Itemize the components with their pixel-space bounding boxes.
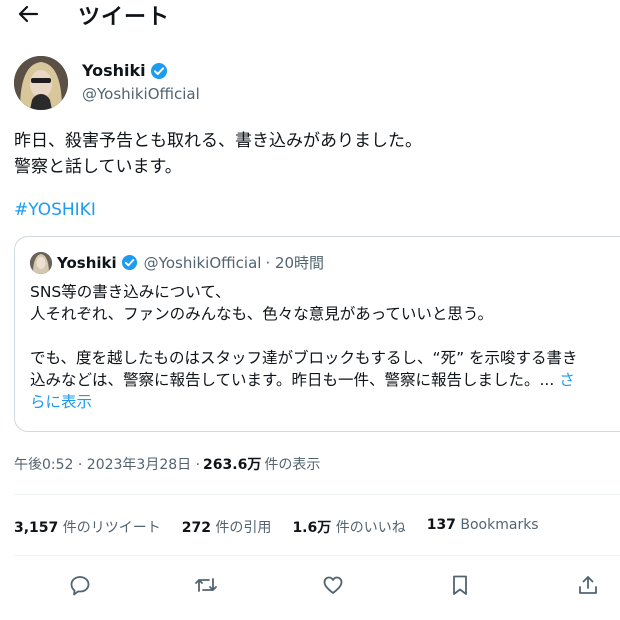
tweet-line: 昨日、殺害予告とも取れる、書き込みがありました。	[14, 131, 422, 151]
quoted-header: Yoshiki @YoshikiOfficial · 20時間	[57, 252, 324, 273]
quoted-tweet[interactable]: Yoshiki @YoshikiOfficial · 20時間 SNS等の書き込…	[14, 236, 620, 432]
like-icon	[323, 576, 343, 594]
back-arrow-icon	[18, 5, 39, 23]
bookmark-icon	[453, 575, 467, 595]
show-more-link[interactable]: さ	[559, 371, 575, 389]
tweet-line: 警察と話しています。	[14, 157, 182, 177]
quoted-avatar	[30, 252, 52, 274]
retweet-button[interactable]	[192, 571, 220, 599]
share-button[interactable]	[574, 571, 602, 599]
divider	[14, 555, 620, 556]
verified-badge-icon	[150, 62, 167, 79]
hashtag-link[interactable]: #YOSHIKI	[14, 200, 96, 220]
engagement-stats: 3,157 件のリツイート 272 件の引用 1.6万 件のいいね 137 Bo…	[14, 517, 560, 537]
divider	[14, 494, 620, 495]
retweet-icon	[195, 578, 217, 592]
author-name-row[interactable]: Yoshiki	[82, 61, 168, 80]
page-title: ツイート	[78, 5, 171, 30]
view-count: 263.6万	[203, 457, 262, 473]
quoted-line: 人それぞれ、ファンのみんなも、色々な意見があっていいと思う。	[30, 305, 493, 323]
tweet-timestamp[interactable]: 午後0:52 · 2023年3月28日 ·	[14, 454, 200, 474]
view-label: 件の表示	[264, 457, 321, 473]
bookmark-stat[interactable]: 137 Bookmarks	[427, 517, 539, 537]
quote-stat[interactable]: 272 件の引用	[182, 517, 272, 537]
back-button[interactable]	[14, 2, 42, 26]
tweet-meta: 午後0:52 · 2023年3月28日 · 263.6万 件の表示	[14, 454, 320, 474]
quoted-line	[30, 325, 620, 347]
like-button[interactable]	[319, 571, 347, 599]
quoted-line: でも、度を越したものはスタッフ達がブロックもするし、“死” を示唆する書き	[30, 349, 578, 367]
share-icon	[579, 576, 597, 594]
avatar[interactable]	[14, 56, 68, 110]
quoted-author-handle: @YoshikiOfficial	[143, 253, 262, 272]
tweet-text: 昨日、殺害予告とも取れる、書き込みがありました。 警察と話しています。	[14, 128, 422, 180]
quoted-line: SNS等の書き込みについて、	[30, 283, 231, 301]
quoted-line: 込みなどは、警察に報告しています。昨日も一件、警察に報告しました。...	[30, 371, 555, 389]
author-name[interactable]: Yoshiki	[82, 61, 146, 80]
bookmark-button[interactable]	[446, 571, 474, 599]
top-bar: ツイート	[0, 0, 620, 30]
reply-button[interactable]	[66, 571, 94, 599]
quoted-text: SNS等の書き込みについて、 人それぞれ、ファンのみんなも、色々な意見があってい…	[30, 281, 620, 413]
retweet-stat[interactable]: 3,157 件のリツイート	[14, 517, 161, 537]
like-stat[interactable]: 1.6万 件のいいね	[292, 517, 405, 537]
quoted-time: · 20時間	[265, 254, 325, 272]
author-handle[interactable]: @YoshikiOfficial	[82, 85, 200, 103]
quoted-author-name: Yoshiki	[57, 253, 117, 272]
action-bar	[0, 565, 620, 605]
reply-icon	[70, 576, 90, 596]
show-more-link[interactable]: らに表示	[30, 391, 620, 413]
verified-badge-icon	[121, 254, 137, 271]
